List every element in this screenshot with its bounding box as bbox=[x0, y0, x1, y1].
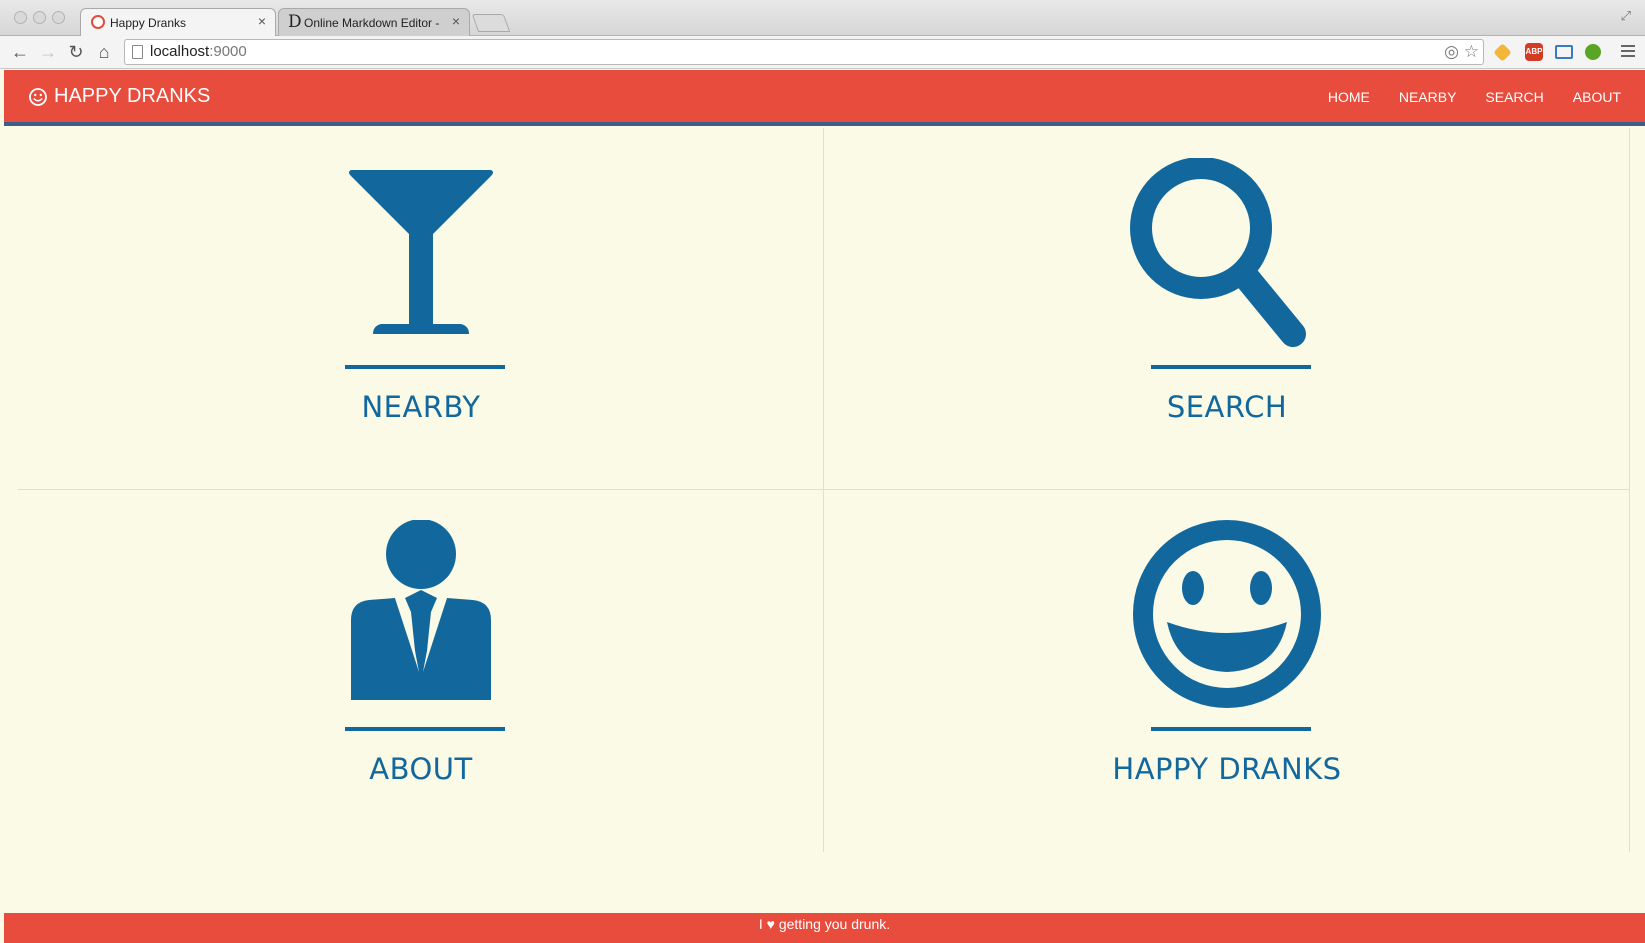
browser-tab-markdown-editor[interactable]: D Online Markdown Editor - × bbox=[278, 8, 470, 36]
tile-about[interactable]: ABOUT bbox=[18, 490, 824, 852]
magnifier-icon bbox=[1130, 158, 1306, 347]
tile-label: SEARCH bbox=[1166, 390, 1288, 424]
adblock-plus-icon[interactable]: ABP bbox=[1525, 43, 1543, 61]
tab-close-icon[interactable]: × bbox=[452, 13, 460, 29]
tab-title: Happy Dranks bbox=[110, 16, 187, 30]
smiley-icon bbox=[1133, 520, 1321, 708]
address-bar[interactable]: localhost:9000 ◎ ☆ bbox=[124, 39, 1484, 65]
browser-toolbar: ← → ↻ ⌂ localhost:9000 ◎ ☆ ABP bbox=[0, 36, 1645, 69]
new-tab-button[interactable] bbox=[471, 14, 511, 32]
tile-grid: NEARBY SEARCH ABOUT HAPPY DRANKS bbox=[18, 128, 1630, 852]
browser-tab-happy-dranks[interactable]: Happy Dranks × bbox=[80, 8, 276, 36]
tile-label: HAPPY DRANKS bbox=[1112, 752, 1342, 786]
nav-search-link[interactable]: SEARCH bbox=[1485, 89, 1543, 105]
back-arrow-icon[interactable]: ← bbox=[8, 40, 32, 64]
person-suit-icon bbox=[351, 520, 491, 700]
evernote-icon[interactable] bbox=[1585, 44, 1601, 60]
forward-arrow-icon[interactable]: → bbox=[36, 40, 60, 64]
brand-link[interactable]: HAPPY DRANKS bbox=[28, 85, 210, 108]
home-icon[interactable]: ⌂ bbox=[92, 40, 116, 64]
tile-underline bbox=[1151, 365, 1311, 369]
page-content: HAPPY DRANKS HOME NEARBY SEARCH ABOUT NE… bbox=[4, 70, 1645, 943]
tile-nearby[interactable]: NEARBY bbox=[18, 128, 824, 490]
tile-underline bbox=[1151, 727, 1311, 731]
chrome-menu-icon[interactable] bbox=[1621, 45, 1635, 60]
tile-underline bbox=[345, 727, 505, 731]
location-target-icon[interactable]: ◎ bbox=[1444, 42, 1459, 62]
smiley-favicon-icon bbox=[91, 15, 105, 29]
smiley-icon bbox=[29, 87, 47, 106]
brand-text: HAPPY DRANKS bbox=[54, 85, 211, 107]
tab-close-icon[interactable]: × bbox=[258, 13, 266, 29]
window-zoom-button[interactable] bbox=[52, 11, 65, 24]
nav-about-link[interactable]: ABOUT bbox=[1573, 89, 1621, 105]
tile-underline bbox=[345, 365, 505, 369]
cocktail-glass-icon bbox=[349, 170, 493, 334]
nav-home-link[interactable]: HOME bbox=[1328, 89, 1370, 105]
tile-label: NEARBY bbox=[361, 390, 481, 424]
tile-search[interactable]: SEARCH bbox=[824, 128, 1630, 490]
page-icon bbox=[132, 45, 143, 59]
tile-label: ABOUT bbox=[369, 752, 473, 786]
screen-capture-icon[interactable] bbox=[1555, 45, 1573, 59]
dillinger-favicon-icon: D bbox=[288, 12, 302, 32]
site-footer: I ♥ getting you drunk. bbox=[4, 913, 1645, 943]
url-text: localhost:9000 bbox=[150, 43, 247, 60]
browser-tab-strip: Happy Dranks × D Online Markdown Editor … bbox=[0, 0, 1645, 36]
footer-text: I ♥ getting you drunk. bbox=[758, 916, 891, 932]
tile-happy-dranks[interactable]: HAPPY DRANKS bbox=[824, 490, 1630, 852]
tab-title: Online Markdown Editor - bbox=[304, 16, 440, 30]
fullscreen-icon[interactable]: ⤢ bbox=[1621, 8, 1631, 24]
bookmark-star-icon[interactable]: ☆ bbox=[1464, 42, 1479, 62]
nav-links: HOME NEARBY SEARCH ABOUT bbox=[1299, 89, 1621, 105]
extension-cube-icon[interactable] bbox=[1493, 43, 1512, 62]
nav-nearby-link[interactable]: NEARBY bbox=[1399, 89, 1457, 105]
reload-icon[interactable]: ↻ bbox=[64, 40, 88, 64]
site-navbar: HAPPY DRANKS HOME NEARBY SEARCH ABOUT bbox=[4, 70, 1645, 126]
window-minimize-button[interactable] bbox=[33, 11, 46, 24]
window-close-button[interactable] bbox=[14, 11, 27, 24]
